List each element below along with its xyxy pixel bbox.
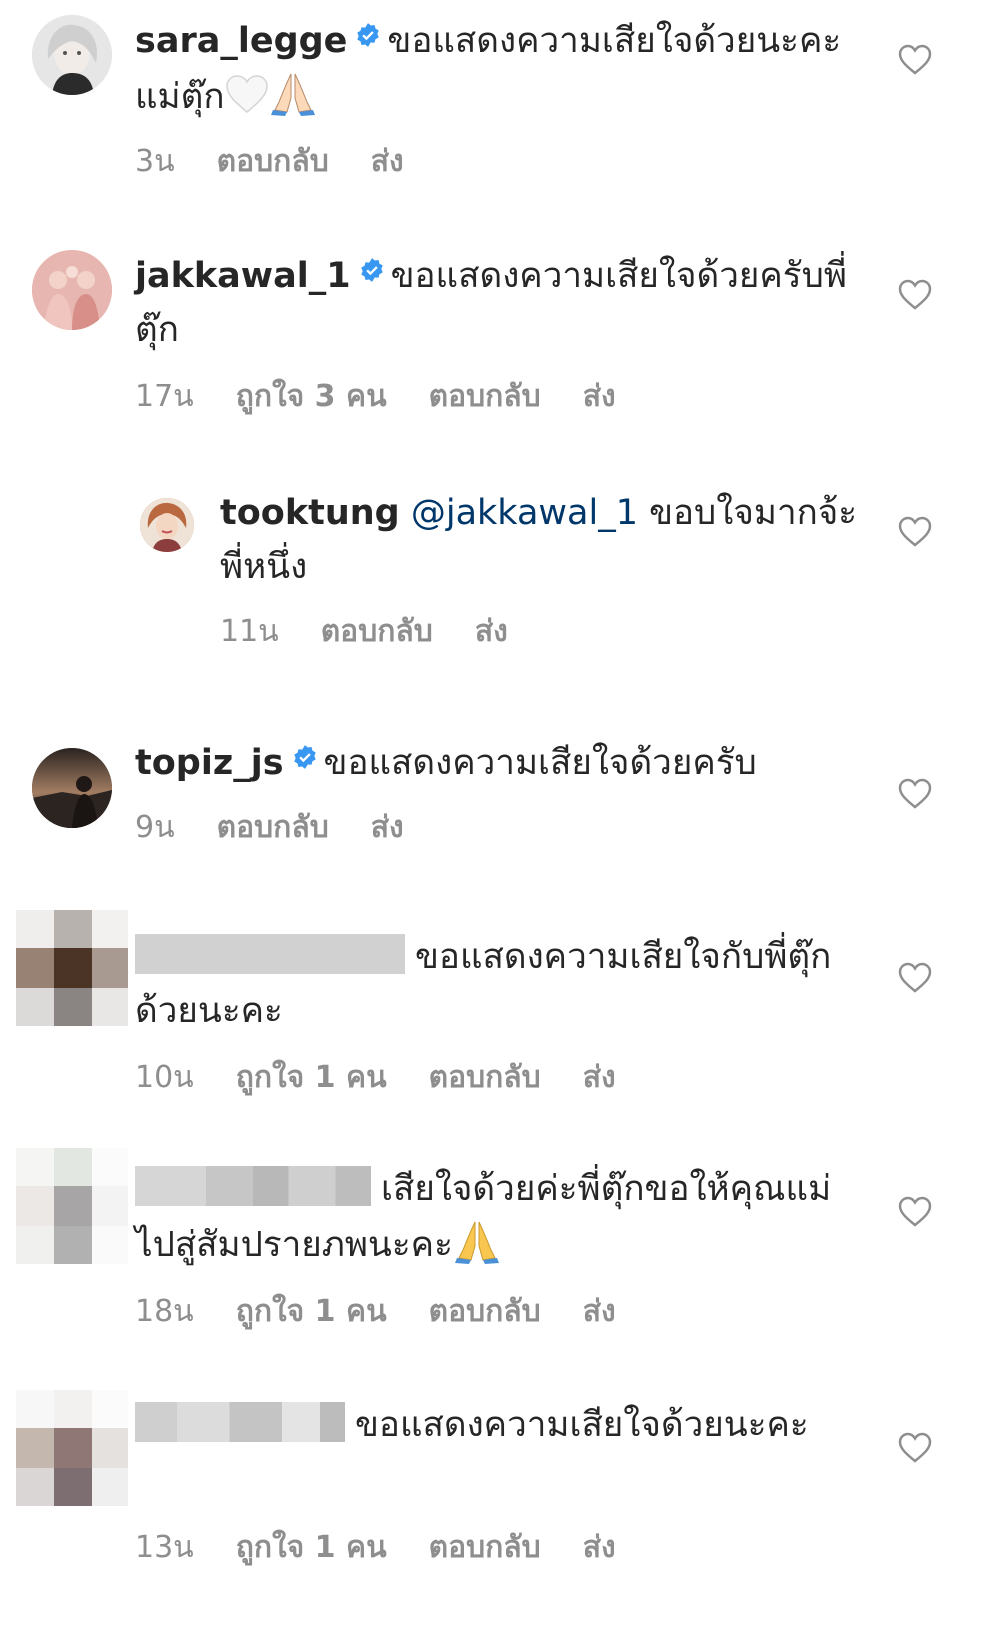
comment-body: jakkawal_1 ขอแสดงความเสียใจด้วยครับพี่ตุ๊… (135, 249, 855, 357)
heart-outline-icon[interactable] (898, 516, 932, 548)
comment-item: เสียใจด้วยค่ะพี่ตุ๊กขอให้คุณแม่ไปสู่สัมป… (0, 1148, 1008, 1348)
comment-meta: 10น ถูกใจ 1 คน ตอบกลับ ส่ง (135, 1054, 658, 1101)
send-button[interactable]: ส่ง (371, 144, 404, 179)
comment-item: jakkawal_1 ขอแสดงความเสียใจด้วยครับพี่ตุ๊… (0, 235, 1008, 435)
blurred-username[interactable] (135, 1166, 371, 1206)
send-button[interactable]: ส่ง (583, 1294, 616, 1329)
username[interactable]: jakkawal_1 (135, 256, 351, 296)
comment-time: 18น (135, 1294, 194, 1329)
pixelated-avatar[interactable] (16, 910, 128, 1026)
comment-item: tooktung @jakkawal_1 ขอบใจมากจ้ะพี่หนึ่ง… (0, 478, 1008, 678)
send-button[interactable]: ส่ง (583, 1530, 616, 1565)
comment-meta: 9น ตอบกลับ ส่ง (135, 804, 446, 851)
likes-count[interactable]: ถูกใจ 3 คน (236, 379, 387, 414)
comment-text: ขอแสดงความเสียใจด้วยครับ (323, 743, 757, 783)
mention-link[interactable]: @jakkawal_1 (411, 493, 638, 533)
comment-time: 17น (135, 379, 194, 414)
white-heart-emoji (225, 75, 268, 113)
heart-outline-icon[interactable] (898, 1196, 932, 1228)
comment-time: 10น (135, 1060, 194, 1095)
send-button[interactable]: ส่ง (583, 1060, 616, 1095)
comment-meta: 18น ถูกใจ 1 คน ตอบกลับ ส่ง (135, 1288, 658, 1335)
heart-outline-icon[interactable] (898, 1432, 932, 1464)
send-button[interactable]: ส่ง (475, 614, 508, 649)
comment-body: ขอแสดงความเสียใจกับพี่ตุ๊กด้วยนะคะ (135, 930, 855, 1038)
comment-time: 9น (135, 810, 175, 845)
pixelated-avatar[interactable] (16, 1148, 128, 1264)
verified-badge-icon (293, 745, 316, 769)
comment-text: ขอแสดงความเสียใจด้วยนะคะ (355, 1405, 809, 1445)
comment-meta: 13น ถูกใจ 1 คน ตอบกลับ ส่ง (135, 1524, 658, 1571)
reply-button[interactable]: ตอบกลับ (217, 144, 329, 179)
reply-button[interactable]: ตอบกลับ (429, 1060, 541, 1095)
comment-time: 13น (135, 1530, 194, 1565)
comment-time: 11น (220, 614, 279, 649)
username[interactable]: topiz_js (135, 743, 284, 783)
folded-hands-emoji (270, 73, 315, 116)
likes-count[interactable]: ถูกใจ 1 คน (236, 1060, 387, 1095)
comment-body: sara_legge ขอแสดงความเสียใจด้วยนะคะแม่ตุ๊… (135, 14, 855, 124)
verified-badge-icon (360, 258, 383, 282)
avatar[interactable] (32, 748, 112, 828)
send-button[interactable]: ส่ง (583, 379, 616, 414)
avatar[interactable] (32, 15, 112, 95)
likes-count[interactable]: ถูกใจ 1 คน (236, 1294, 387, 1329)
reply-button[interactable]: ตอบกลับ (429, 1530, 541, 1565)
heart-outline-icon[interactable] (898, 44, 932, 76)
blurred-username[interactable] (135, 1402, 345, 1442)
folded-hands-emoji (454, 1221, 499, 1264)
comment-meta: 11น ตอบกลับ ส่ง (220, 608, 550, 655)
pixelated-avatar[interactable] (16, 1390, 128, 1506)
comment-meta: 17น ถูกใจ 3 คน ตอบกลับ ส่ง (135, 373, 658, 420)
send-button[interactable]: ส่ง (371, 810, 404, 845)
reply-button[interactable]: ตอบกลับ (321, 614, 433, 649)
comment-body: เสียใจด้วยค่ะพี่ตุ๊กขอให้คุณแม่ไปสู่สัมป… (135, 1162, 855, 1272)
heart-outline-icon[interactable] (898, 778, 932, 810)
comment-item: ขอแสดงความเสียใจด้วยนะคะ 13น ถูกใจ 1 คน ตอ… (0, 1390, 1008, 1610)
avatar[interactable] (32, 250, 112, 330)
comment-item: sara_legge ขอแสดงความเสียใจด้วยนะคะแม่ตุ๊… (0, 0, 1008, 200)
comment-item: topiz_js ขอแสดงความเสียใจด้วยครับ 9น ตอบกล… (0, 740, 1008, 860)
username[interactable]: tooktung (220, 493, 400, 533)
avatar[interactable] (140, 498, 194, 552)
blurred-username[interactable] (135, 934, 405, 974)
heart-outline-icon[interactable] (898, 962, 932, 994)
reply-button[interactable]: ตอบกลับ (429, 1294, 541, 1329)
likes-count[interactable]: ถูกใจ 1 คน (236, 1530, 387, 1565)
comment-body: tooktung @jakkawal_1 ขอบใจมากจ้ะพี่หนึ่ง (220, 486, 860, 594)
verified-badge-icon (357, 23, 380, 47)
comment-body: ขอแสดงความเสียใจด้วยนะคะ (135, 1398, 855, 1452)
comment-body: topiz_js ขอแสดงความเสียใจด้วยครับ (135, 736, 875, 790)
comment-item: ขอแสดงความเสียใจกับพี่ตุ๊กด้วยนะคะ 10น ถู… (0, 910, 1008, 1110)
reply-button[interactable]: ตอบกลับ (429, 379, 541, 414)
reply-button[interactable]: ตอบกลับ (217, 810, 329, 845)
username[interactable]: sara_legge (135, 21, 347, 61)
comment-time: 3น (135, 144, 175, 179)
comment-meta: 3น ตอบกลับ ส่ง (135, 138, 446, 185)
heart-outline-icon[interactable] (898, 279, 932, 311)
